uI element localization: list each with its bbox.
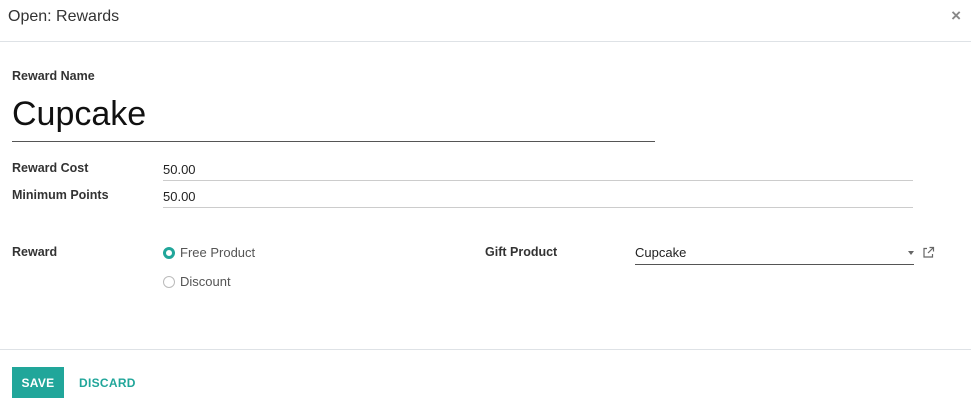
external-link-icon[interactable] <box>922 246 935 259</box>
radio-unchecked-icon[interactable] <box>163 275 175 288</box>
reward-type-label: Reward <box>12 245 58 259</box>
gift-product-label: Gift Product <box>485 245 558 259</box>
radio-discount-label: Discount <box>180 274 231 289</box>
reward-cost-label: Reward Cost <box>12 161 89 175</box>
dialog-footer: SAVE DISCARD <box>0 349 971 407</box>
minimum-points-input[interactable]: 50.00 <box>163 188 913 208</box>
radio-discount[interactable]: Discount <box>163 274 231 289</box>
reward-name-label: Reward Name <box>12 69 95 83</box>
radio-free-product-label: Free Product <box>180 245 256 260</box>
reward-name-input[interactable]: Cupcake <box>12 90 655 142</box>
gift-product-value: Cupcake <box>635 245 687 260</box>
chevron-down-icon[interactable] <box>908 251 914 255</box>
rewards-dialog: Open: Rewards × Reward Name Cupcake Rewa… <box>0 0 971 407</box>
dialog-title: Open: Rewards <box>8 8 120 25</box>
radio-checked-icon[interactable] <box>163 246 175 259</box>
reward-cost-input[interactable]: 50.00 <box>163 161 913 181</box>
minimum-points-label: Minimum Points <box>12 188 109 202</box>
save-button[interactable]: SAVE <box>12 367 64 398</box>
close-icon[interactable]: × <box>951 7 961 25</box>
gift-product-select[interactable]: Cupcake <box>635 243 914 265</box>
radio-free-product[interactable]: Free Product <box>163 245 255 260</box>
dialog-header: Open: Rewards × <box>0 0 971 42</box>
discard-button[interactable]: DISCARD <box>79 376 136 390</box>
